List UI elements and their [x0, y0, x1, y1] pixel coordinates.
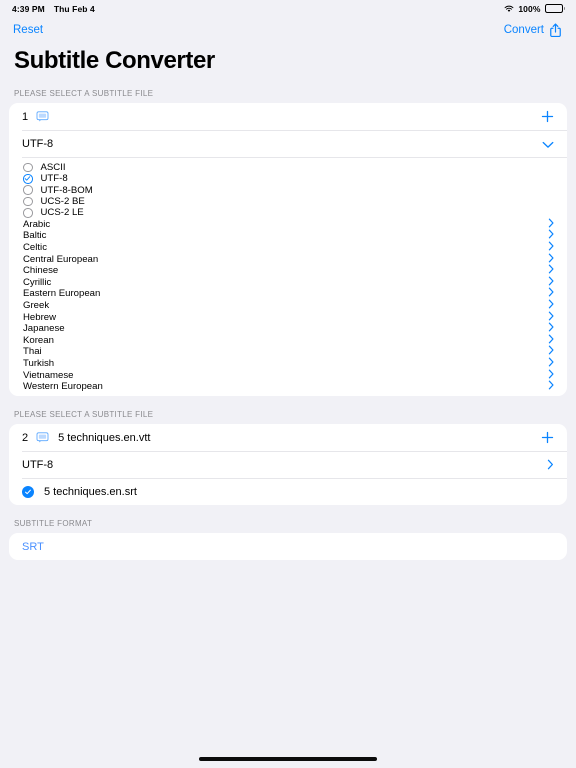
radio-icon[interactable]: [23, 196, 33, 207]
app-screen: 4:39 PM Thu Feb 4 100% Reset Convert Sub…: [0, 0, 576, 768]
language-row[interactable]: Turkish: [9, 357, 567, 370]
status-bar-time: 4:39 PM: [12, 3, 45, 14]
language-row-label: Chinese: [23, 265, 59, 277]
section-header-first: PLEASE SELECT A SUBTITLE FILE: [14, 89, 154, 98]
captions-icon: [36, 432, 49, 443]
status-bar-left: 4:39 PM Thu Feb 4: [12, 4, 95, 14]
navigation-bar: Reset Convert: [0, 17, 576, 43]
language-row-label: Baltic: [23, 230, 47, 242]
chevron-right-icon[interactable]: [548, 380, 555, 393]
picker-option-utf8[interactable]: UTF-8: [9, 173, 567, 184]
convert-button-label[interactable]: Convert: [504, 24, 544, 36]
language-row[interactable]: Cyrillic: [9, 276, 567, 288]
language-row[interactable]: Hebrew: [9, 311, 567, 323]
file-row-1[interactable]: 1: [9, 103, 567, 130]
subtitle-file-card-2: 2 5 techniques.en.vtt UTF-8 5 techniques…: [9, 424, 567, 506]
chevron-right-icon[interactable]: [547, 459, 554, 470]
picker-option-ucs2-be[interactable]: UCS-2 BE: [9, 196, 567, 207]
output-file-row[interactable]: 5 techniques.en.srt: [9, 478, 567, 505]
language-row[interactable]: Chinese: [9, 264, 567, 277]
language-row-label: Greek: [23, 299, 50, 311]
radio-selected-icon[interactable]: [23, 174, 33, 184]
picker-option-ascii[interactable]: ASCII: [9, 162, 567, 173]
share-export-icon[interactable]: [549, 22, 562, 38]
output-file-name: 5 techniques.en.srt: [44, 485, 137, 498]
language-row[interactable]: Greek: [9, 299, 567, 312]
status-bar-right: 100%: [504, 4, 565, 14]
file-row-2-filename: 5 techniques.en.vtt: [58, 431, 151, 444]
file-row-2-index: 2: [22, 431, 29, 444]
picker-option-utf8-bom[interactable]: UTF-8-BOM: [9, 185, 567, 196]
language-row-label: Thai: [23, 346, 42, 358]
radio-icon[interactable]: [23, 208, 33, 218]
format-value: SRT: [22, 540, 44, 553]
section-header-second: PLEASE SELECT A SUBTITLE FILE: [14, 410, 154, 420]
checkmark-circle-filled-icon: [22, 485, 34, 498]
language-row-label: Central European: [23, 253, 99, 265]
language-row-label: Korean: [23, 334, 54, 346]
language-row[interactable]: Arabic: [9, 218, 567, 230]
file-row-2[interactable]: 2 5 techniques.en.vtt: [9, 424, 567, 451]
status-bar-date: Thu Feb 4: [53, 3, 95, 14]
encoding-row-1[interactable]: UTF-8: [9, 130, 567, 157]
encoding-row-2-value: UTF-8: [22, 458, 54, 471]
picker-option-label: UCS-2 BE: [40, 196, 85, 208]
file-row-1-index: 1: [22, 110, 29, 123]
subtitle-format-card: SRT: [9, 533, 567, 561]
picker-option-label: UCS-2 LE: [40, 207, 84, 219]
encoding-row-2[interactable]: UTF-8: [9, 451, 567, 478]
language-row-label: Hebrew: [23, 311, 57, 323]
language-row-label: Turkish: [23, 357, 55, 369]
section-header-format: SUBTITLE FORMAT: [14, 519, 93, 529]
battery-percent-label: 100%: [518, 3, 541, 14]
language-row[interactable]: Vietnamese: [9, 369, 567, 381]
language-row[interactable]: Celtic: [9, 241, 567, 254]
chevron-down-icon[interactable]: [542, 140, 554, 148]
language-row-label: Cyrillic: [23, 276, 52, 288]
language-row[interactable]: Korean: [9, 334, 567, 346]
language-row-label: Vietnamese: [23, 369, 74, 381]
language-row[interactable]: Eastern European: [9, 287, 567, 300]
language-row-label: Japanese: [23, 323, 65, 335]
plus-icon[interactable]: [540, 431, 554, 445]
radio-icon[interactable]: [23, 185, 33, 195]
home-indicator: [199, 757, 377, 761]
picker-option-label: UTF-8-BOM: [40, 184, 93, 196]
encoding-row-1-value: UTF-8: [22, 137, 54, 150]
language-group-list: Arabic Baltic Celtic Central European Chines…: [9, 218, 567, 392]
picker-option-label: ASCII: [40, 162, 66, 174]
picker-option-ucs2-le[interactable]: UCS-2 LE: [9, 207, 567, 218]
page-title: Subtitle Converter: [14, 47, 215, 74]
language-row[interactable]: Central European: [9, 253, 567, 265]
language-row[interactable]: Western European: [9, 380, 567, 393]
language-row-label: Arabic: [23, 218, 51, 230]
language-row-label: Celtic: [23, 241, 47, 253]
language-row[interactable]: Thai: [9, 345, 567, 358]
plus-icon[interactable]: [540, 110, 554, 124]
subtitle-file-card-1: 1 UTF-8 ASCII UTF-8 UTF-8-BOM UCS-2 BE U…: [9, 103, 567, 397]
reset-button[interactable]: Reset: [13, 24, 43, 36]
status-bar: 4:39 PM Thu Feb 4 100%: [0, 0, 576, 17]
language-row-label: Western European: [23, 381, 103, 393]
language-row[interactable]: Japanese: [9, 322, 567, 335]
radio-icon[interactable]: [23, 162, 33, 173]
encoding-picker: ASCII UTF-8 UTF-8-BOM UCS-2 BE UCS-2 LE …: [9, 157, 567, 396]
convert-button[interactable]: Convert: [504, 22, 562, 38]
format-row[interactable]: SRT: [9, 533, 567, 560]
battery-icon: [544, 4, 565, 13]
picker-option-label: UTF-8: [40, 173, 68, 185]
wifi-icon: [504, 5, 514, 13]
language-row[interactable]: Baltic: [9, 229, 567, 242]
language-row-label: Eastern European: [23, 288, 101, 300]
encoding-picker-list: ASCII UTF-8 UTF-8-BOM UCS-2 BE UCS-2 LE …: [9, 157, 567, 396]
captions-icon: [36, 111, 49, 122]
